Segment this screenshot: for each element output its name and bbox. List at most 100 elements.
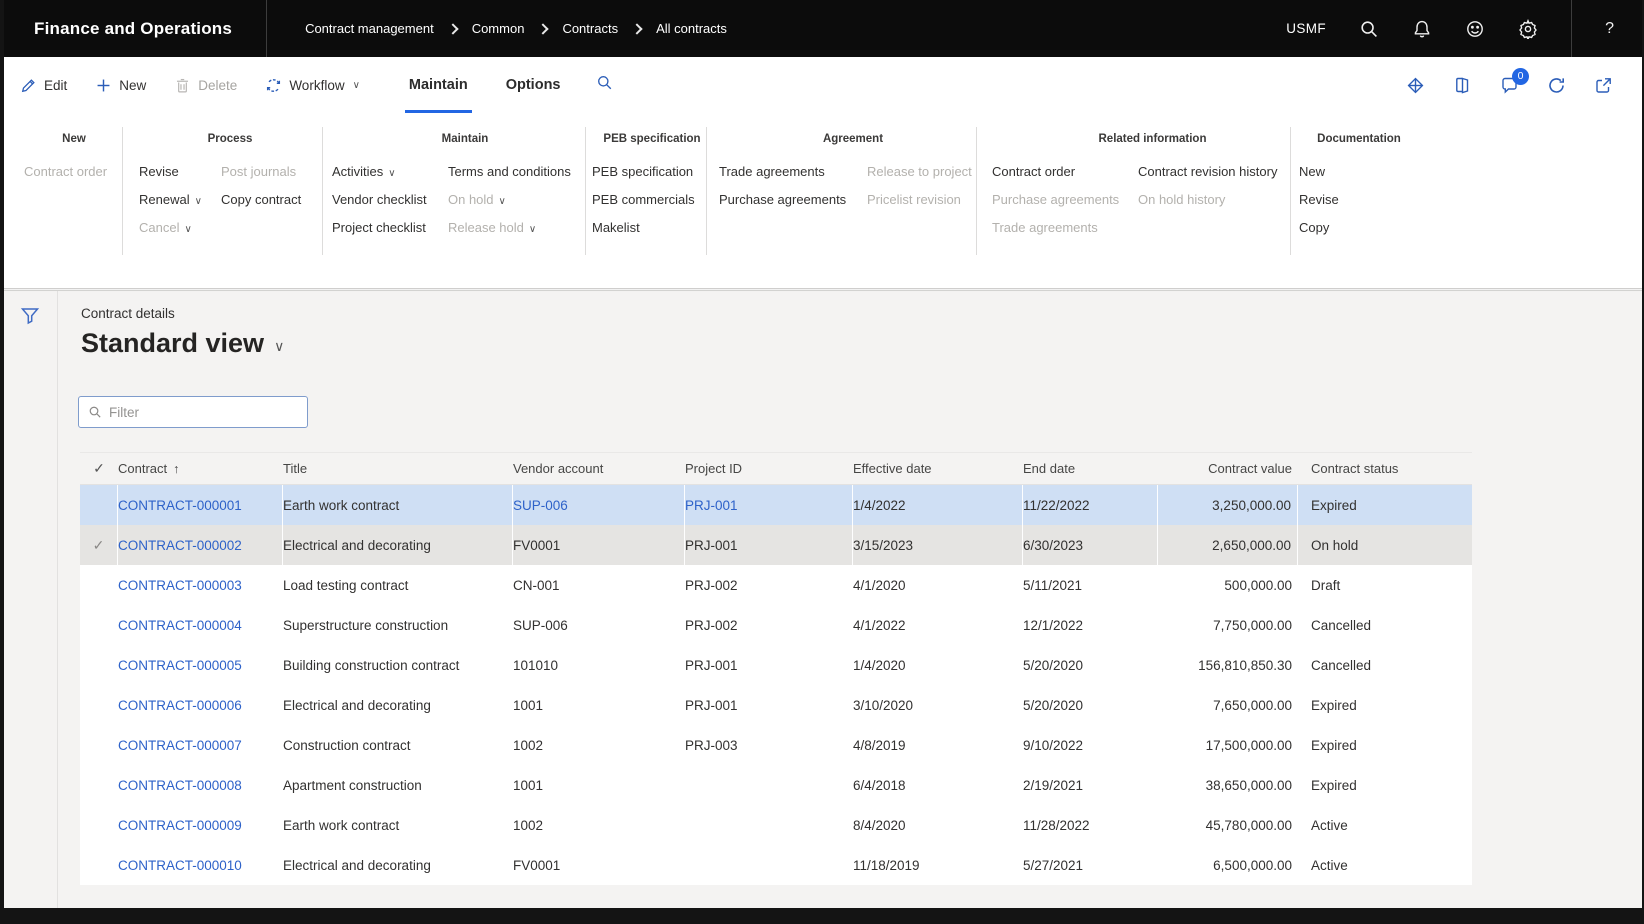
column-header-effective-date[interactable]: Effective date <box>853 453 1023 484</box>
cell-vendor-account[interactable]: 1002 <box>513 725 685 765</box>
cell-contract-status[interactable]: Active <box>1298 845 1472 885</box>
book-icon[interactable] <box>1452 75 1473 96</box>
cell-project-id[interactable]: PRJ-001 <box>685 485 853 525</box>
cell-end-date[interactable]: 11/22/2022 <box>1023 485 1158 525</box>
ribbon-item-contract-order[interactable]: Contract order <box>992 158 1138 186</box>
cell-contract-value[interactable]: 7,650,000.00 <box>1158 685 1298 725</box>
breadcrumb-item[interactable]: All contracts <box>656 21 727 36</box>
cell-contract-status[interactable]: Active <box>1298 805 1472 845</box>
cell-effective-date[interactable]: 6/4/2018 <box>853 765 1023 805</box>
cell-contract[interactable]: CONTRACT-000007 <box>118 725 283 765</box>
cell-title[interactable]: Earth work contract <box>283 805 513 845</box>
cell-contract-value[interactable]: 17,500,000.00 <box>1158 725 1298 765</box>
cell-end-date[interactable]: 5/27/2021 <box>1023 845 1158 885</box>
ribbon-item-project-checklist[interactable]: Project checklist <box>332 214 448 242</box>
table-row[interactable]: CONTRACT-000007Construction contract1002… <box>80 725 1472 765</box>
column-header-end-date[interactable]: End date <box>1023 453 1158 484</box>
cell-end-date[interactable]: 5/20/2020 <box>1023 685 1158 725</box>
cell-contract[interactable]: CONTRACT-000009 <box>118 805 283 845</box>
cell-contract-status[interactable]: Expired <box>1298 485 1472 525</box>
cell-vendor-account[interactable]: SUP-006 <box>513 485 685 525</box>
ribbon-item-revise[interactable]: Revise <box>139 158 221 186</box>
cell-end-date[interactable]: 6/30/2023 <box>1023 525 1158 565</box>
cell-end-date[interactable]: 2/19/2021 <box>1023 765 1158 805</box>
cell-effective-date[interactable]: 4/8/2019 <box>853 725 1023 765</box>
row-checkmark[interactable]: ✓ <box>80 525 118 565</box>
row-checkmark[interactable] <box>80 685 118 725</box>
cell-title[interactable]: Superstructure construction <box>283 605 513 645</box>
row-checkmark[interactable] <box>80 605 118 645</box>
column-header-vendor-account[interactable]: Vendor account <box>513 453 685 484</box>
cell-title[interactable]: Electrical and decorating <box>283 525 513 565</box>
row-checkmark[interactable] <box>80 845 118 885</box>
help-icon[interactable]: ? <box>1605 20 1614 38</box>
cell-end-date[interactable]: 9/10/2022 <box>1023 725 1158 765</box>
cell-contract[interactable]: CONTRACT-000005 <box>118 645 283 685</box>
company-selector[interactable]: USMF <box>1286 21 1326 36</box>
cell-end-date[interactable]: 5/11/2021 <box>1023 565 1158 605</box>
cell-project-id[interactable]: PRJ-002 <box>685 565 853 605</box>
ribbon-item-copy-contract[interactable]: Copy contract <box>221 186 321 214</box>
ribbon-item-vendor-checklist[interactable]: Vendor checklist <box>332 186 448 214</box>
cell-vendor-account[interactable]: 1002 <box>513 805 685 845</box>
breadcrumb-item[interactable]: Contracts <box>562 21 618 36</box>
column-header-contract-value[interactable]: Contract value <box>1158 453 1298 484</box>
ribbon-item-contract-revision-history[interactable]: Contract revision history <box>1138 158 1313 186</box>
cell-title[interactable]: Building construction contract <box>283 645 513 685</box>
app-title[interactable]: Finance and Operations <box>0 19 266 39</box>
table-row[interactable]: ✓CONTRACT-000002Electrical and decoratin… <box>80 525 1472 565</box>
notifications-bell-icon[interactable] <box>1412 19 1432 39</box>
ribbon-item-trade-agreements[interactable]: Trade agreements <box>719 158 867 186</box>
cell-contract-value[interactable]: 38,650,000.00 <box>1158 765 1298 805</box>
cell-contract[interactable]: CONTRACT-000004 <box>118 605 283 645</box>
cell-vendor-account[interactable]: 1001 <box>513 685 685 725</box>
cell-end-date[interactable]: 12/1/2022 <box>1023 605 1158 645</box>
action-search-icon[interactable] <box>596 74 613 96</box>
cell-project-id[interactable]: PRJ-001 <box>685 645 853 685</box>
cell-contract-status[interactable]: Expired <box>1298 685 1472 725</box>
workflow-button[interactable]: Workflow ∨ <box>265 77 360 94</box>
cell-contract[interactable]: CONTRACT-000002 <box>118 525 283 565</box>
row-checkmark[interactable] <box>80 765 118 805</box>
cell-contract-status[interactable]: On hold <box>1298 525 1472 565</box>
filter-input[interactable] <box>109 405 298 420</box>
cell-contract[interactable]: CONTRACT-000010 <box>118 845 283 885</box>
cell-contract-status[interactable]: Expired <box>1298 725 1472 765</box>
cell-end-date[interactable]: 5/20/2020 <box>1023 645 1158 685</box>
column-header-title[interactable]: Title <box>283 453 513 484</box>
table-row[interactable]: CONTRACT-000008Apartment construction100… <box>80 765 1472 805</box>
cell-effective-date[interactable]: 4/1/2020 <box>853 565 1023 605</box>
row-checkmark[interactable] <box>80 565 118 605</box>
cell-title[interactable]: Apartment construction <box>283 765 513 805</box>
table-row[interactable]: CONTRACT-000001Earth work contractSUP-00… <box>80 485 1472 525</box>
row-checkmark[interactable] <box>80 725 118 765</box>
cell-vendor-account[interactable]: FV0001 <box>513 525 685 565</box>
edit-button[interactable]: Edit <box>20 77 67 94</box>
cell-contract-status[interactable]: Draft <box>1298 565 1472 605</box>
cell-vendor-account[interactable]: 101010 <box>513 645 685 685</box>
ribbon-item-peb-specification[interactable]: PEB specification <box>592 158 712 186</box>
column-header-contract-status[interactable]: Contract status <box>1298 453 1472 484</box>
cell-project-id[interactable] <box>685 765 853 805</box>
cell-contract-value[interactable]: 45,780,000.00 <box>1158 805 1298 845</box>
cell-project-id[interactable] <box>685 805 853 845</box>
settings-gear-icon[interactable] <box>1518 19 1538 39</box>
table-row[interactable]: CONTRACT-000006Electrical and decorating… <box>80 685 1472 725</box>
cell-title[interactable]: Construction contract <box>283 725 513 765</box>
cell-contract-value[interactable]: 2,650,000.00 <box>1158 525 1298 565</box>
cell-vendor-account[interactable]: 1001 <box>513 765 685 805</box>
ribbon-item-peb-commercials[interactable]: PEB commercials <box>592 186 712 214</box>
ribbon-item-new[interactable]: New <box>1299 158 1419 186</box>
breadcrumb-item[interactable]: Common <box>472 21 525 36</box>
cell-effective-date[interactable]: 11/18/2019 <box>853 845 1023 885</box>
open-in-new-window-icon[interactable] <box>1593 75 1614 96</box>
column-header-project-id[interactable]: Project ID <box>685 453 853 484</box>
select-all-checkmark[interactable]: ✓ <box>80 453 118 484</box>
cell-effective-date[interactable]: 4/1/2022 <box>853 605 1023 645</box>
table-row[interactable]: CONTRACT-000009Earth work contract10028/… <box>80 805 1472 845</box>
cell-effective-date[interactable]: 1/4/2020 <box>853 645 1023 685</box>
ribbon-item-purchase-agreements[interactable]: Purchase agreements <box>719 186 867 214</box>
ribbon-item-revise[interactable]: Revise <box>1299 186 1419 214</box>
cell-contract-value[interactable]: 7,750,000.00 <box>1158 605 1298 645</box>
cell-contract[interactable]: CONTRACT-000003 <box>118 565 283 605</box>
